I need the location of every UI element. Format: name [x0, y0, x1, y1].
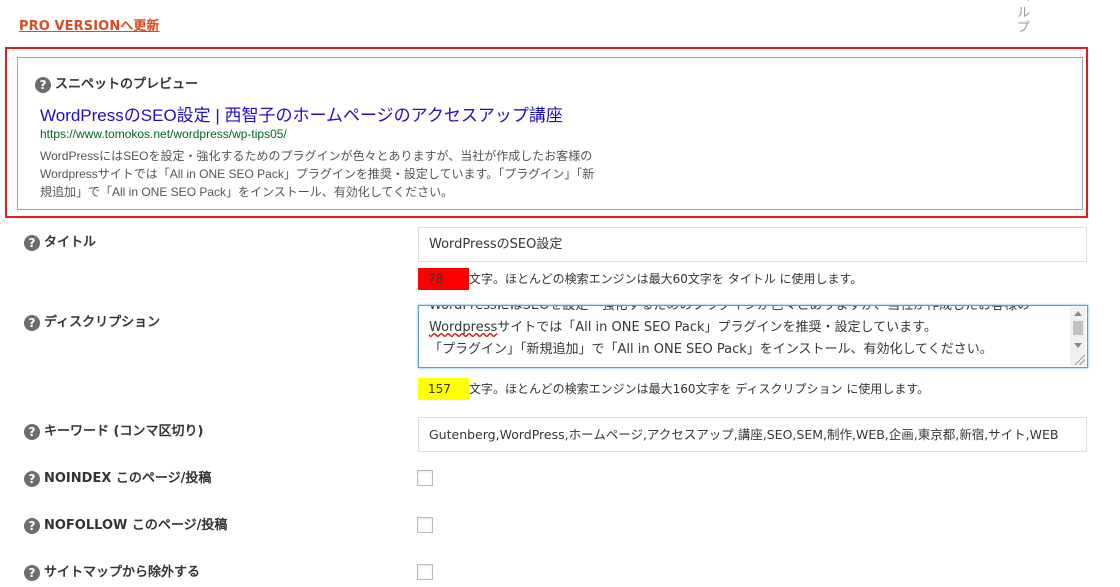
- help-icon[interactable]: ?: [24, 564, 40, 581]
- help-icon[interactable]: ?: [24, 470, 40, 487]
- help-tab-label: ヘルプ: [1014, 0, 1029, 35]
- description-label-text: ディスクリプション: [44, 315, 161, 330]
- keywords-label: ? キーワード (コンマ区切り): [24, 420, 203, 440]
- help-icon[interactable]: ?: [24, 314, 40, 331]
- description-label: ? ディスクリプション: [24, 311, 160, 331]
- description-counter: 157 文字。ほとんどの検索エンジンは最大160文字を ディスクリプション に使用…: [418, 378, 929, 400]
- title-input[interactable]: WordPressのSEO設定: [418, 227, 1087, 262]
- resize-grip-icon[interactable]: [1075, 355, 1085, 365]
- description-line: Wordpressサイトでは「All in ONE SEO Pack」プラグイン…: [429, 320, 937, 335]
- noindex-label: ? NOINDEX このページ/投稿: [24, 467, 211, 487]
- title-label: ? タイトル: [24, 231, 96, 251]
- snippet-description: WordPressにはSEOを設定・強化するためのプラグインが色々とありますが、…: [40, 147, 680, 201]
- title-count: 78: [418, 268, 469, 290]
- nofollow-label: ? NOFOLLOW このページ/投稿: [24, 514, 227, 534]
- help-icon[interactable]: ?: [24, 234, 40, 251]
- nofollow-checkbox[interactable]: [417, 517, 433, 533]
- description-line: WordPressにはSEOを設定・強化するためのプラグインが色々とありますが、…: [429, 305, 1031, 313]
- scroll-up-icon[interactable]: [1074, 311, 1082, 316]
- description-line: 「プラグイン」「新規追加」で「All in ONE SEO Pack」をインスト…: [429, 342, 993, 357]
- help-icon[interactable]: ?: [35, 76, 51, 93]
- snippet-heading: ? スニペットのプレビュー: [35, 73, 198, 93]
- snippet-title: WordPressのSEO設定 | 西智子のホームページのアクセスアップ講座: [40, 106, 563, 125]
- description-counter-text: 文字。ほとんどの検索エンジンは最大160文字を ディスクリプション に使用します…: [469, 382, 930, 396]
- keywords-label-text: キーワード (コンマ区切り): [44, 424, 204, 439]
- snippet-description-line: 規追加」で「All in ONE SEO Pack」をインストール、有効化してく…: [40, 185, 454, 199]
- scroll-thumb[interactable]: [1073, 321, 1083, 335]
- snippet-url: https://www.tomokos.net/wordpress/wp-tip…: [40, 127, 287, 141]
- title-label-text: タイトル: [44, 235, 97, 250]
- help-tab[interactable]: ヘルプ: [1011, 0, 1031, 35]
- scroll-down-icon[interactable]: [1074, 343, 1082, 348]
- description-count: 157: [418, 378, 469, 400]
- title-counter: 78 文字。ほとんどの検索エンジンは最大60文字を タイトル に使用します。: [418, 268, 862, 290]
- title-counter-text: 文字。ほとんどの検索エンジンは最大60文字を タイトル に使用します。: [469, 272, 863, 286]
- description-textarea[interactable]: WordPressにはSEOを設定・強化するためのプラグインが色々とありますが、…: [418, 305, 1088, 368]
- nofollow-label-text: NOFOLLOW このページ/投稿: [44, 518, 228, 533]
- keywords-input[interactable]: Gutenberg,WordPress,ホームページ,アクセスアップ,講座,SE…: [418, 417, 1087, 452]
- pro-version-link[interactable]: PRO VERSIONへ更新: [19, 15, 160, 34]
- help-icon[interactable]: ?: [24, 517, 40, 534]
- snippet-description-line: WordPressにはSEOを設定・強化するためのプラグインが色々とありますが、…: [40, 149, 593, 163]
- noindex-checkbox[interactable]: [417, 470, 433, 486]
- sitemap-exclude-label: ? サイトマップから除外する: [24, 561, 200, 581]
- sitemap-exclude-checkbox[interactable]: [417, 564, 433, 580]
- sitemap-exclude-label-text: サイトマップから除外する: [44, 565, 201, 580]
- snippet-description-line: Wordpressサイトでは「All in ONE SEO Pack」プラグイン…: [40, 167, 595, 181]
- snippet-heading-label: スニペットのプレビュー: [55, 77, 199, 92]
- noindex-label-text: NOINDEX このページ/投稿: [44, 471, 212, 486]
- help-icon[interactable]: ?: [24, 423, 40, 440]
